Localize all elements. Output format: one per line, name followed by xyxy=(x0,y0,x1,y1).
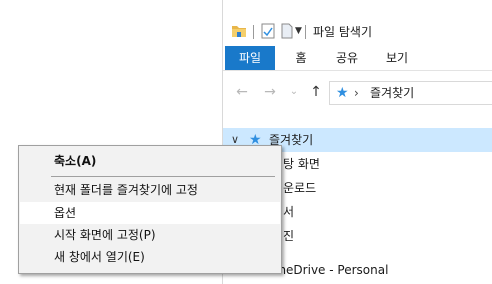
separator xyxy=(253,25,254,39)
properties-check-icon[interactable] xyxy=(261,21,275,41)
context-menu: 축소(A) 현재 폴더를 즐겨찾기에 고정 옵션 시작 화면에 고정(P) 새 … xyxy=(18,145,282,274)
tab-view[interactable]: 보기 xyxy=(383,46,411,70)
folder-icon[interactable] xyxy=(231,21,247,41)
back-icon[interactable]: ← xyxy=(233,83,251,101)
up-icon[interactable]: ↑ xyxy=(307,83,325,101)
menu-item-options[interactable]: 옵션 xyxy=(20,202,280,224)
chevron-right-icon: › xyxy=(354,86,359,100)
tab-file[interactable]: 파일 xyxy=(225,46,275,70)
menu-item-label: 시작 화면에 고정(P) xyxy=(54,228,156,242)
address-path: 즐겨찾기 xyxy=(370,86,415,100)
navigation-bar: ← → ⌄ ↑ ★ › 즐겨찾기 xyxy=(223,78,492,106)
menu-item-pin-to-favorites[interactable]: 현재 폴더를 즐겨찾기에 고정 xyxy=(20,179,280,201)
separator xyxy=(305,25,306,39)
menu-item-open-new-window[interactable]: 새 창에서 열기(E) xyxy=(20,246,280,268)
star-icon: ★ xyxy=(336,85,349,101)
menu-item-label: 새 창에서 열기(E) xyxy=(54,250,145,264)
menu-item-label: 축소(A) xyxy=(54,154,97,168)
forward-icon[interactable]: → xyxy=(261,83,279,101)
address-box[interactable]: ★ › 즐겨찾기 xyxy=(329,81,492,105)
tree-item-label: 탕 화면 xyxy=(283,157,320,171)
tree-item-label: 서 xyxy=(283,205,295,219)
tree-item-label: 진 xyxy=(283,229,295,243)
window-title: 파일 탐색기 xyxy=(313,25,373,39)
tree-item-label: OneDrive - Personal xyxy=(269,263,389,277)
recent-locations-icon[interactable]: ⌄ xyxy=(285,83,303,101)
menu-item-collapse[interactable]: 축소(A) xyxy=(20,150,280,172)
menu-item-label: 현재 폴더를 즐겨찾기에 고정 xyxy=(54,183,198,197)
menu-separator xyxy=(51,176,275,177)
ribbon-tabs: 파일 홈 공유 보기 xyxy=(223,46,492,71)
new-document-icon[interactable] xyxy=(281,21,293,41)
tree-item-label: 운로드 xyxy=(283,181,317,195)
tab-share[interactable]: 공유 xyxy=(333,46,361,70)
menu-item-pin-to-start[interactable]: 시작 화면에 고정(P) xyxy=(20,224,280,246)
dropdown-arrow-icon[interactable]: ▼ xyxy=(295,21,302,41)
tab-home[interactable]: 홈 xyxy=(289,46,313,70)
title-bar: ▼ 파일 탐색기 xyxy=(223,0,492,46)
menu-item-label: 옵션 xyxy=(54,206,77,220)
